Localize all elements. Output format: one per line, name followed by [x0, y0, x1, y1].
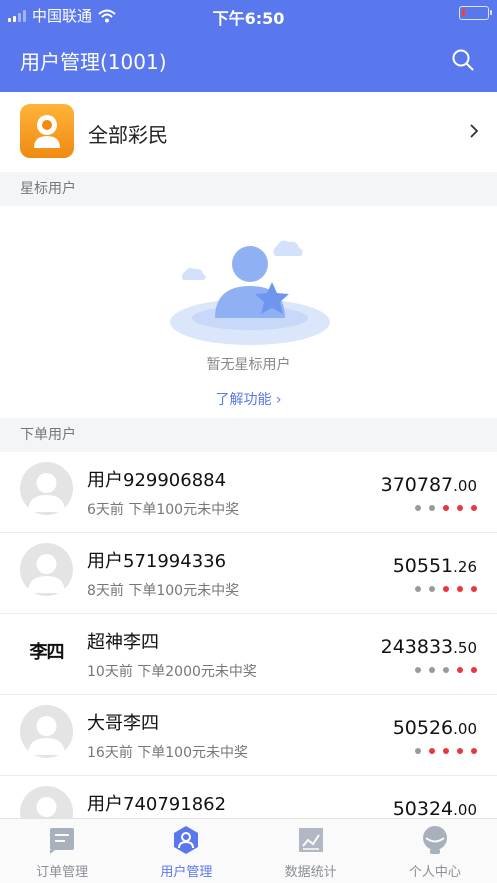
all-users-row[interactable]: 全部彩民	[0, 92, 497, 172]
all-users-label: 全部彩民	[88, 123, 168, 147]
avatar: 李四	[20, 624, 73, 677]
user-row[interactable]: 用户929906884 6天前 下单100元未中奖 370787.00	[0, 452, 497, 533]
top-bar: 中国联通 下午6:50 用户管理(1001)	[0, 0, 497, 92]
tab-user-manage[interactable]: 用户管理	[124, 819, 248, 883]
result-dot	[415, 667, 421, 673]
tab-profile[interactable]: 个人中心	[373, 819, 497, 883]
default-avatar-icon	[20, 462, 73, 515]
result-dot	[415, 748, 421, 754]
user-order-desc: 16天前 下单100元未中奖	[87, 745, 248, 761]
page-title: 用户管理(1001)	[20, 50, 167, 74]
result-dot	[457, 505, 463, 511]
result-dot	[429, 748, 435, 754]
result-dot	[457, 586, 463, 592]
user-order-desc: 6天前 下单100元未中奖	[87, 502, 240, 518]
user-order-desc: 10天前 下单2000元未中奖	[87, 664, 257, 680]
result-dot	[415, 505, 421, 511]
user-name: 大哥李四	[87, 713, 159, 734]
status-bar: 中国联通 下午6:50	[0, 0, 497, 30]
user-row[interactable]: 李四 超神李四 10天前 下单2000元未中奖 243833.50	[0, 614, 497, 695]
order-icon	[47, 825, 77, 855]
starred-empty-state: 暂无星标用户 了解功能 ›	[0, 206, 497, 418]
result-dots	[415, 748, 477, 754]
result-dot	[443, 748, 449, 754]
default-avatar-icon	[20, 786, 73, 818]
learn-feature-link[interactable]: 了解功能 ›	[0, 389, 497, 409]
empty-user-star-illustration	[170, 240, 330, 345]
user-row[interactable]: 用户740791862 50324.00	[0, 776, 497, 818]
status-time: 下午6:50	[212, 9, 285, 28]
tab-label: 用户管理	[160, 865, 213, 880]
tab-label: 个人中心	[408, 865, 461, 880]
tab-chart[interactable]: 数据统计	[249, 819, 373, 883]
result-dots	[415, 667, 477, 673]
default-avatar-icon	[20, 705, 73, 758]
result-dot	[415, 586, 421, 592]
user-manage-icon	[171, 825, 201, 855]
default-avatar-icon	[20, 543, 73, 596]
order-user-list: 用户929906884 6天前 下单100元未中奖 370787.00 用户57199…	[0, 452, 497, 818]
user-row[interactable]: 用户571994336 8天前 下单100元未中奖 50551.26	[0, 533, 497, 614]
user-order-desc: 8天前 下单100元未中奖	[87, 583, 240, 599]
tab-label: 订单管理	[36, 865, 89, 880]
chevron-right-icon	[470, 124, 479, 138]
result-dot	[443, 586, 449, 592]
starred-section-header: 星标用户	[20, 181, 76, 197]
result-dots	[415, 505, 477, 511]
user-amount: 50324.00	[392, 798, 477, 818]
result-dot	[429, 586, 435, 592]
result-dot	[457, 667, 463, 673]
result-dot	[429, 667, 435, 673]
empty-message: 暂无星标用户	[206, 357, 291, 373]
orders-section-header: 下单用户	[20, 427, 76, 443]
user-name: 用户571994336	[87, 551, 227, 572]
chart-icon	[296, 825, 326, 855]
user-name: 用户929906884	[87, 470, 227, 491]
result-dot	[471, 586, 477, 592]
battery-icon	[459, 6, 492, 20]
result-dot	[443, 667, 449, 673]
result-dot	[429, 505, 435, 511]
result-dot	[457, 748, 463, 754]
user-name: 超神李四	[87, 632, 159, 653]
search-icon[interactable]	[451, 48, 475, 72]
result-dot	[443, 505, 449, 511]
profile-icon	[420, 825, 450, 855]
tab-label: 数据统计	[284, 865, 337, 880]
user-amount: 50551.26	[392, 555, 477, 577]
user-row[interactable]: 大哥李四 16天前 下单100元未中奖 50526.00	[0, 695, 497, 776]
result-dot	[471, 505, 477, 511]
result-dot	[471, 748, 477, 754]
user-amount: 243833.50	[380, 636, 477, 658]
lottery-user-icon	[20, 104, 74, 158]
user-name: 用户740791862	[87, 794, 227, 815]
user-amount: 50526.00	[392, 717, 477, 739]
user-amount: 370787.00	[380, 474, 477, 496]
result-dot	[471, 667, 477, 673]
result-dots	[415, 586, 477, 592]
tab-order[interactable]: 订单管理	[0, 819, 124, 883]
bottom-tab-bar: 订单管理 用户管理 数据统计 个人中心	[0, 818, 497, 883]
